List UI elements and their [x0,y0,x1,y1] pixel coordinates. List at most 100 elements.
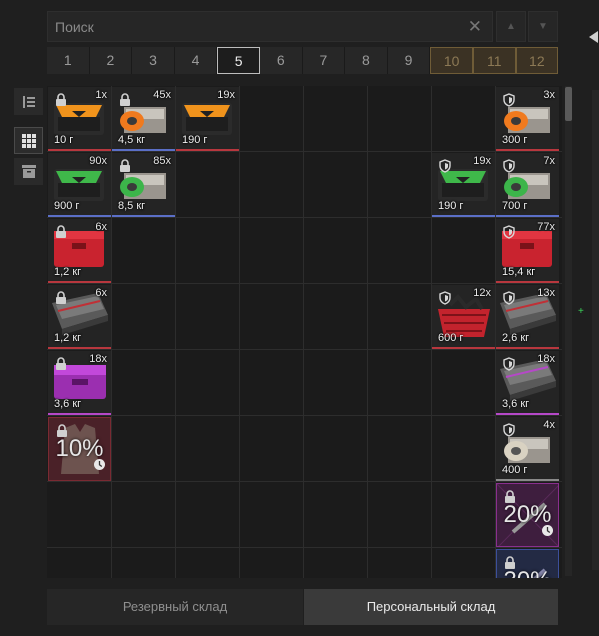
inventory-item[interactable]: 12x 600 г [432,285,495,349]
item-quantity: 77x [537,221,555,233]
discount-label: 30% [497,567,558,578]
item-weight: 3,6 кг [502,398,530,410]
inventory-item[interactable]: 30% [496,549,559,578]
page-tab[interactable]: 3 [132,47,175,74]
sort-list-button[interactable] [14,88,43,115]
page-tab-active[interactable]: 5 [217,47,260,74]
inventory-item[interactable]: 90x 900 г [48,153,111,217]
grid-line [175,86,176,578]
grid-view-button[interactable] [14,127,43,154]
scrollbar[interactable] [565,86,572,576]
sort-down-button[interactable]: ▼ [528,11,558,42]
page-tab-premium[interactable]: 12 [515,47,559,74]
inventory-item[interactable]: 19x 190 г [176,87,239,151]
page-tab[interactable]: 8 [345,47,388,74]
inventory-item[interactable]: 7x 700 г [496,153,559,217]
padlock-icon [119,159,131,178]
page-tab[interactable]: 7 [302,47,346,74]
item-quantity: 45x [153,89,171,101]
page-tabs: 1 2 3 4 5 6 7 8 9 10 11 12 [47,47,559,74]
item-weight: 10 г [54,134,74,146]
page-tab[interactable]: 1 [47,47,90,74]
search-input[interactable] [48,12,492,41]
padlock-icon [55,357,67,376]
panel-arrow-icon[interactable] [589,31,598,43]
item-quantity: 90x [89,155,107,167]
padlock-icon [55,291,67,310]
page-tab-premium[interactable]: 10 [430,47,473,74]
grid-line [239,86,240,578]
clock-icon [93,458,106,476]
item-quantity: 6x [95,287,107,299]
warehouse-window: ✕ ▲ ▼ 1 2 3 4 5 6 7 8 9 10 11 12 [0,0,599,636]
scrollbar-thumb[interactable] [565,87,572,121]
item-weight: 2,6 кг [502,332,530,344]
grid-line [303,86,304,578]
inventory-item[interactable]: 4x 400 г [496,417,559,481]
inventory-grid: 1x 10 г 45x 4,5 кг 19x 190 г 3x 300 г 90… [47,86,562,578]
inventory-item[interactable]: 18x 3,6 кг [496,351,559,415]
inventory-item[interactable]: 3x 300 г [496,87,559,151]
shield-icon [439,159,451,178]
sort-up-button[interactable]: ▲ [496,11,526,42]
inventory-item[interactable]: 45x 4,5 кг [112,87,175,151]
inventory-item[interactable]: 85x 8,5 кг [112,153,175,217]
item-weight: 15,4 кг [502,266,536,278]
item-quantity: 6x [95,221,107,233]
archive-button[interactable] [14,158,43,185]
item-weight: 3,6 кг [54,398,82,410]
item-quantity: 12x [473,287,491,299]
plus-icon: + [578,306,584,317]
inventory-item[interactable]: 10% [48,417,111,481]
item-weight: 700 г [502,200,528,212]
inventory-item[interactable]: 1x 10 г [48,87,111,151]
item-quantity: 19x [473,155,491,167]
inventory-item[interactable]: 6x 1,2 кг [48,285,111,349]
item-weight: 400 г [502,464,528,476]
grid-line [47,349,562,350]
adjacent-panel-edge [592,90,599,570]
shield-icon [439,291,451,310]
item-weight: 190 г [182,134,208,146]
item-weight: 190 г [438,200,464,212]
item-quantity: 3x [543,89,555,101]
inventory-item[interactable]: 77x 15,4 кг [496,219,559,283]
grid-line [367,86,368,578]
item-quantity: 1x [95,89,107,101]
item-weight: 4,5 кг [118,134,146,146]
padlock-icon [119,93,131,112]
grid-line [47,217,562,218]
inventory-item[interactable]: 18x 3,6 кг [48,351,111,415]
shield-icon [503,291,515,310]
sort-list-icon [22,95,35,108]
grid-line [47,481,562,482]
item-quantity: 4x [543,419,555,431]
inventory-item[interactable]: 6x 1,2 кг [48,219,111,283]
inventory-item[interactable]: 20% [496,483,559,547]
item-quantity: 85x [153,155,171,167]
padlock-icon [55,93,67,112]
shield-icon [503,423,515,442]
close-icon[interactable]: ✕ [468,18,482,35]
search-field[interactable]: ✕ [47,11,493,42]
grid-line [47,283,562,284]
item-weight: 300 г [502,134,528,146]
page-tab[interactable]: 4 [174,47,218,74]
item-quantity: 7x [543,155,555,167]
item-quantity: 18x [537,353,555,365]
page-tab-premium[interactable]: 11 [472,47,516,74]
page-tab[interactable]: 9 [387,47,431,74]
page-tab[interactable]: 2 [89,47,133,74]
page-tab[interactable]: 6 [259,47,303,74]
inventory-item[interactable]: 19x 190 г [432,153,495,217]
shield-icon [503,225,515,244]
tab-reserve-storage[interactable]: Резервный склад [47,589,303,625]
item-quantity: 19x [217,89,235,101]
item-weight: 1,2 кг [54,332,82,344]
tab-personal-storage[interactable]: Персональный склад [304,589,558,625]
grid-line [47,547,562,548]
grid-view-icon [21,133,36,148]
inventory-item[interactable]: 13x 2,6 кг [496,285,559,349]
item-quantity: 18x [89,353,107,365]
clock-icon [541,524,554,542]
